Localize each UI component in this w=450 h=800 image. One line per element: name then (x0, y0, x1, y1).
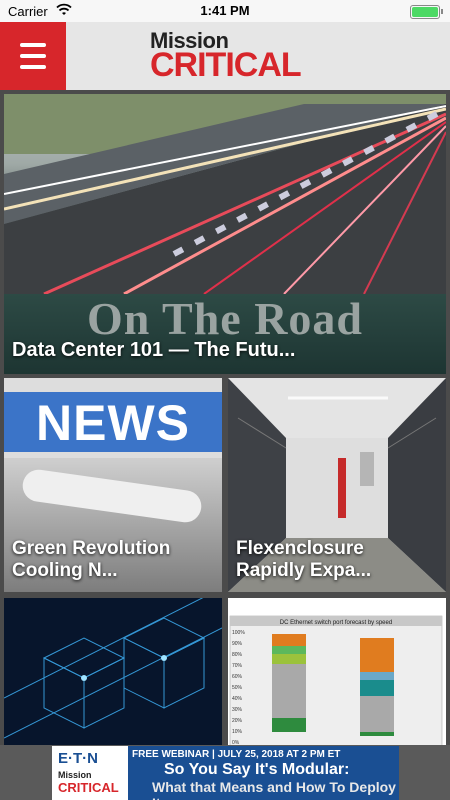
featured-article-card[interactable]: On The Road Data Center 101 — The Futu..… (4, 94, 446, 374)
y-tick: 100% (232, 630, 245, 636)
article-title: Flexenclosure Rapidly Expa... (236, 538, 438, 582)
chart-title: DC Ethernet switch port forecast by spee… (280, 620, 392, 626)
bar-segment (272, 654, 306, 664)
ad-logo: E·T·N Mission CRITICAL (52, 746, 128, 800)
y-tick: 90% (232, 641, 243, 647)
y-tick: 70% (232, 663, 243, 669)
battery-icon (410, 5, 443, 19)
article-title-line2: Rapidly Expa... (236, 560, 372, 581)
article-card-flexenclosure[interactable]: Flexenclosure Rapidly Expa... (228, 378, 446, 592)
bar-segment (272, 664, 306, 718)
bar-segment (360, 696, 394, 732)
ad-brand-mission: Mission (58, 770, 92, 780)
y-tick: 0% (232, 740, 240, 745)
article-feed: On The Road Data Center 101 — The Futu..… (0, 90, 450, 745)
y-tick: 80% (232, 652, 243, 658)
ad-subheadline: What that Means and How To Deploy It (152, 779, 396, 800)
network-cubes-image (4, 598, 222, 745)
bar-segment (272, 718, 306, 732)
y-tick: 10% (232, 729, 243, 735)
bar-segment (272, 646, 306, 654)
y-tick: 50% (232, 685, 243, 691)
highway-image (4, 94, 446, 294)
bar-segment (360, 672, 394, 680)
advertisement-banner[interactable]: E·T·N Mission CRITICAL FREE WEBINAR | JU… (52, 746, 399, 800)
ad-webinar-date: FREE WEBINAR | JULY 25, 2018 AT 2 PM ET (132, 749, 341, 760)
app-logo: Mission CRITICAL (150, 28, 310, 84)
ad-brand-critical: CRITICAL (58, 780, 119, 795)
menu-icon-bar (20, 54, 46, 58)
article-title-line2: Cooling N... (12, 560, 118, 581)
news-banner: NEWS (4, 392, 222, 452)
article-card-port-forecast[interactable]: DC Ethernet switch port forecast by spee… (228, 598, 446, 745)
featured-article-title: Data Center 101 — The Futu... (12, 339, 296, 361)
article-title-line1: Green Revolution (12, 538, 171, 559)
article-title-line1: Flexenclosure (236, 538, 364, 559)
y-tick: 20% (232, 718, 243, 724)
clock: 1:41 PM (200, 3, 250, 18)
bar-segment (360, 680, 394, 696)
article-card-network-image[interactable] (4, 598, 222, 745)
bar-segment (272, 634, 306, 646)
ad-brand-eaton: E·T·N (58, 750, 98, 767)
status-bar: Carrier 1:41 PM (0, 0, 450, 22)
bar-segment (360, 638, 394, 672)
article-title: Green Revolution Cooling N... (12, 538, 214, 582)
stacked-bar-chart-thumbnail: DC Ethernet switch port forecast by spee… (228, 598, 446, 745)
app-header: Mission CRITICAL (0, 22, 450, 90)
y-tick: 30% (232, 707, 243, 713)
logo-word-critical: CRITICAL (150, 46, 302, 84)
menu-icon (20, 43, 46, 47)
menu-icon-bar (20, 65, 46, 69)
article-card-green-revolution[interactable]: NEWS Green Revolution Cooling N... (4, 378, 222, 592)
hamburger-menu-button[interactable] (0, 22, 66, 90)
y-tick: 60% (232, 674, 243, 680)
y-tick: 40% (232, 696, 243, 702)
ad-headline: So You Say It's Modular: (164, 761, 350, 778)
bar-segment (360, 732, 394, 736)
hero-banner-text: On The Road (86, 293, 364, 344)
